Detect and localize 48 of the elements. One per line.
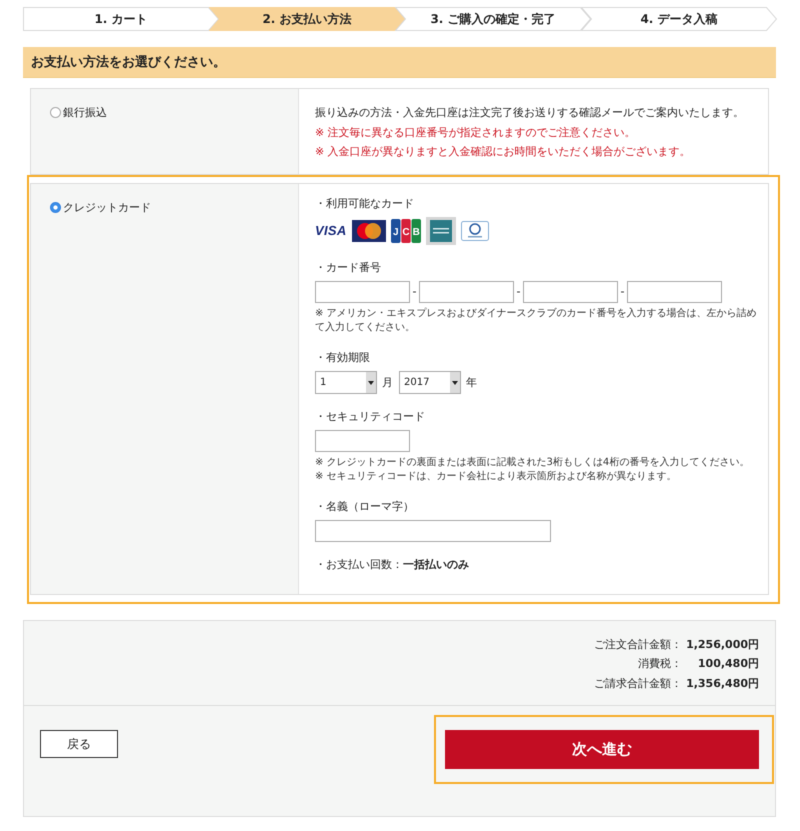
dropdown[interactable]: 1	[315, 370, 377, 394]
total-value: 1,256,000円	[686, 636, 759, 652]
card-number-field[interactable]	[315, 280, 410, 302]
option-label[interactable]: クレジットカード	[63, 198, 151, 217]
field-label: ・有効期限	[315, 350, 371, 366]
separator-text: -	[620, 285, 626, 298]
warning-text: ※ 入金口座が異なりますと入金確認にお時間をいただく場合がございます。	[315, 144, 692, 160]
field-label: ・利用可能なカード	[315, 196, 415, 212]
unit-text: 月	[381, 374, 394, 390]
hint-text: ※ セキュリティコードは、カード会社により表示箇所および名称が異なります。	[315, 470, 678, 484]
hint-text: ※ アメリカン・エキスプレスおよびダイナースクラブのカード番号を入力する場合は、左から詰めて入力してください。	[315, 306, 758, 334]
progress-step: 2. お支払い方法	[209, 7, 405, 31]
card-number-field[interactable]	[627, 280, 722, 302]
field-label: ・カード番号	[315, 260, 382, 276]
radio-button[interactable]	[50, 107, 61, 118]
hint-text: ※ クレジットカードの裏面または表面に記載された3桁もしくは4桁の番号を入力してください。	[315, 456, 750, 470]
info-text: 振り込みの方法・入金先口座は注文完了後お送りする確認メールでご案内いたします。	[315, 105, 745, 121]
total-label: ご請求合計金額：	[594, 676, 682, 692]
separator-text: -	[516, 285, 522, 298]
option-label[interactable]: 銀行振込	[63, 103, 107, 122]
progress-step: 1. カート	[23, 7, 219, 31]
field-label: ・名義（ローマ字）	[315, 498, 415, 514]
card-number-field[interactable]	[419, 280, 514, 302]
progress-step: 4. データ入稿	[581, 7, 777, 31]
payment-count-text: ・お支払い回数：一括払いのみ	[315, 556, 470, 572]
security-code-field[interactable]	[315, 430, 410, 452]
caret-icon	[366, 372, 376, 392]
field-label: ・セキュリティコード	[315, 408, 426, 424]
total-label: ご注文合計金額：	[594, 636, 682, 652]
total-value: 100,480円	[696, 656, 759, 672]
unit-text: 年	[465, 374, 478, 390]
cardholder-name-field[interactable]	[315, 520, 551, 542]
separator-text: -	[412, 285, 418, 298]
progress-step: 3. ご購入の確定・完了	[395, 7, 591, 31]
card-logo-icon	[426, 216, 456, 244]
total-value: 1,356,480円	[686, 676, 759, 692]
card-number-field[interactable]	[523, 280, 618, 302]
dropdown[interactable]: 2017	[399, 370, 461, 394]
card-logo: VISA	[315, 223, 347, 238]
next-button[interactable]: 次へ進む	[445, 730, 759, 769]
radio-button[interactable]	[50, 202, 61, 212]
section-header: お支払い方法をお選びください。	[23, 47, 776, 78]
card-logo-icon	[460, 220, 489, 240]
card-logo-icon	[352, 220, 386, 242]
caret-icon	[450, 372, 460, 392]
total-label: 消費税：	[637, 656, 682, 672]
warning-text: ※ 注文毎に異なる口座番号が指定されますのでご注意ください。	[315, 124, 637, 140]
back-button[interactable]: 戻る	[40, 730, 118, 758]
